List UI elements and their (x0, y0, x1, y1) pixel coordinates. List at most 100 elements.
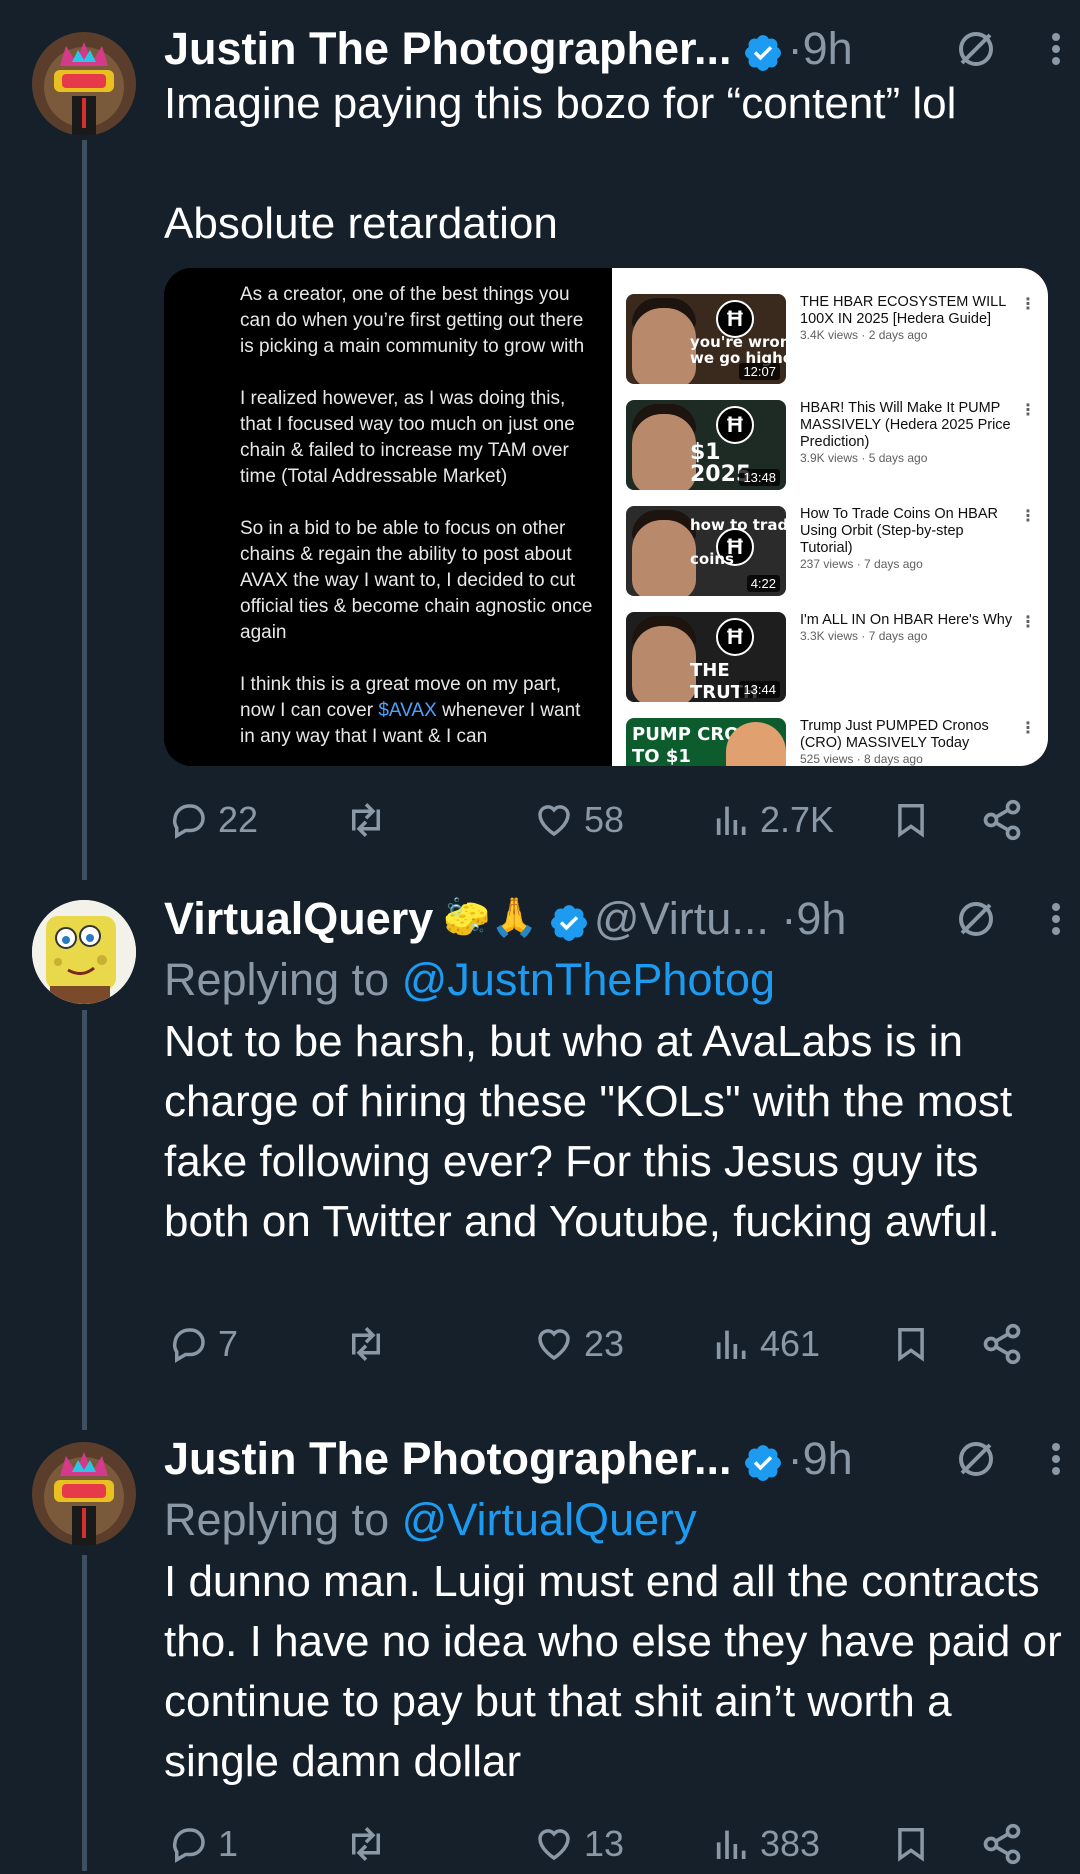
reply-count: 22 (218, 799, 259, 840)
grok-icon[interactable] (956, 29, 996, 69)
author-name[interactable]: Justin The Photographer... (164, 1433, 732, 1484)
separator: · (787, 23, 803, 74)
video-meta: 237 views · 7 days ago (800, 557, 923, 571)
hbar-logo-icon: Ħ (716, 406, 754, 444)
verified-badge-icon (742, 1438, 784, 1482)
media-video-list: Ħ you're wrong. we go higher. 12:07 THE … (612, 268, 1048, 766)
video-item: Ħ $1 2025 13:48 HBAR! This Will Make It … (626, 400, 1036, 492)
video-item: Ħ THE TRUTH 13:44 I'm ALL IN On HBAR Her… (626, 612, 1036, 704)
grok-icon[interactable] (956, 1439, 996, 1479)
video-title: THE HBAR ECOSYSTEM WILL 100X IN 2025 [He… (800, 294, 1006, 327)
video-thumbnail: PUMP CRO TO $1 (626, 718, 786, 766)
avatar[interactable] (32, 900, 136, 1004)
grok-icon[interactable] (956, 899, 996, 939)
video-menu-icon: ⋮ (1020, 508, 1036, 525)
retweet-button[interactable] (344, 790, 396, 850)
video-thumbnail: Ħ $1 2025 13:48 (626, 400, 786, 490)
verified-badge-icon (548, 898, 590, 942)
video-duration: 13:48 (739, 469, 780, 486)
video-title: Trump Just PUMPED Cronos (CRO) MASSIVELY… (800, 718, 989, 751)
bookmark-button[interactable] (892, 1314, 930, 1374)
reply-count: 7 (218, 1323, 239, 1364)
video-meta: 3.3K views · 7 days ago (800, 629, 928, 643)
like-count: 58 (584, 799, 625, 840)
video-menu-icon: ⋮ (1020, 296, 1036, 313)
more-options-icon[interactable] (1050, 29, 1062, 69)
share-icon[interactable] (980, 1814, 1024, 1874)
video-title: HBAR! This Will Make It PUMP MASSIVELY (… (800, 400, 1011, 450)
video-menu-icon: ⋮ (1020, 614, 1036, 631)
hbar-logo-icon: Ħ (716, 618, 754, 656)
retweet-button[interactable] (344, 1814, 396, 1874)
thumb-text: PUMP CRO TO $1 (632, 724, 740, 766)
views-count: 461 (760, 1323, 821, 1364)
avatar[interactable] (32, 1442, 136, 1546)
timestamp[interactable]: 9h (796, 893, 846, 944)
media-screenshot-text: As a creator, one of the best things you… (164, 268, 600, 766)
like-count: 23 (584, 1323, 625, 1364)
video-thumbnail: Ħ how to trade coins 4:22 (626, 506, 786, 596)
tweet-actions: 22 58 2.7K (164, 790, 1062, 850)
tweet-actions: 7 23 461 (164, 1314, 1062, 1374)
thumb-text: you're wrong. we go higher. (690, 333, 786, 367)
replying-to: Replying to @JustnThePhotog (164, 950, 1062, 1010)
tweet[interactable]: Justin The Photographer... ·9h Imagine pa… (0, 18, 1080, 878)
video-title: How To Trade Coins On HBAR Using Orbit (… (800, 506, 998, 556)
like-button[interactable]: 13 (532, 1814, 624, 1874)
video-item: Ħ you're wrong. we go higher. 12:07 THE … (626, 294, 1036, 386)
more-options-icon[interactable] (1050, 1439, 1062, 1479)
video-item: PUMP CRO TO $1 Trump Just PUMPED Cronos … (626, 718, 1036, 766)
views-button[interactable]: 461 (712, 1314, 820, 1374)
video-duration: 13:44 (739, 681, 780, 698)
tweet-header: Justin The Photographer... ·9h (164, 18, 1062, 80)
author-name[interactable]: VirtualQuery (164, 893, 433, 944)
video-thumbnail: Ħ you're wrong. we go higher. 12:07 (626, 294, 786, 384)
video-menu-icon: ⋮ (1020, 402, 1036, 419)
video-item: Ħ how to trade coins 4:22 How To Trade C… (626, 506, 1036, 598)
thumb-text: how to trade coins (690, 516, 786, 568)
avax-cashtag: $AVAX (378, 700, 437, 721)
more-options-icon[interactable] (1050, 899, 1062, 939)
timestamp[interactable]: 9h (803, 1433, 853, 1484)
video-duration: 4:22 (746, 575, 780, 592)
replying-to: Replying to @VirtualQuery (164, 1490, 1062, 1550)
tweet-header: VirtualQuery 🧽🙏 @Virtu... ·9h (164, 888, 1062, 950)
tweet-media[interactable]: As a creator, one of the best things you… (164, 268, 1048, 766)
share-icon[interactable] (980, 790, 1024, 850)
media-text: As a creator, one of the best things you… (240, 284, 593, 721)
author-handle[interactable]: @Virtu... (594, 893, 769, 944)
replying-to-mention[interactable]: @VirtualQuery (402, 1494, 697, 1545)
views-button[interactable]: 2.7K (712, 790, 834, 850)
replying-label: Replying to (164, 954, 402, 1005)
video-meta: 3.4K views · 2 days ago (800, 328, 928, 342)
like-count: 13 (584, 1823, 625, 1864)
tweet-text: Imagine paying this bozo for “content” l… (164, 79, 957, 248)
bookmark-button[interactable] (892, 1814, 930, 1874)
video-menu-icon: ⋮ (1020, 720, 1036, 737)
share-icon[interactable] (980, 1314, 1024, 1374)
like-button[interactable]: 23 (532, 1314, 624, 1374)
reply-button[interactable]: 1 (168, 1814, 238, 1874)
verified-badge-icon (742, 28, 784, 72)
tweet-actions: 1 13 383 (164, 1814, 1062, 1874)
tweet-text: Not to be harsh, but who at AvaLabs is i… (164, 1017, 1025, 1246)
views-button[interactable]: 383 (712, 1814, 820, 1874)
author-name[interactable]: Justin The Photographer... (164, 23, 732, 74)
replying-label: Replying to (164, 1494, 402, 1545)
reply-count: 1 (218, 1823, 239, 1864)
like-button[interactable]: 58 (532, 790, 624, 850)
avatar[interactable] (32, 32, 136, 136)
tweet[interactable]: Justin The Photographer... ·9h Replying t… (0, 1428, 1080, 1871)
views-count: 383 (760, 1823, 821, 1864)
author-emoji: 🧽🙏 (443, 897, 538, 940)
retweet-button[interactable] (344, 1314, 396, 1374)
timestamp[interactable]: 9h (803, 23, 853, 74)
bookmark-button[interactable] (892, 790, 930, 850)
tweet[interactable]: VirtualQuery 🧽🙏 @Virtu... ·9h Replying to … (0, 888, 1080, 1388)
replying-to-mention[interactable]: @JustnThePhotog (402, 954, 775, 1005)
reply-button[interactable]: 22 (168, 790, 258, 850)
reply-button[interactable]: 7 (168, 1314, 238, 1374)
separator: · (781, 893, 797, 944)
separator: · (787, 1433, 803, 1484)
tweet-text: I dunno man. Luigi must end all the cont… (164, 1557, 1074, 1786)
